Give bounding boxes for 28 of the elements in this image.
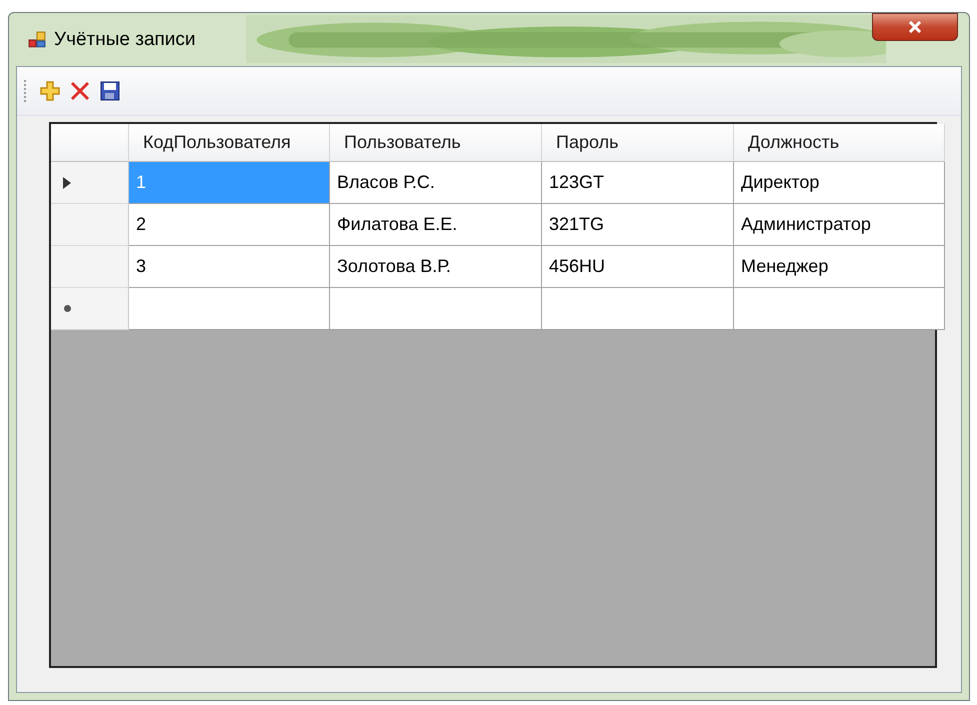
app-icon — [28, 30, 46, 48]
close-button[interactable] — [872, 13, 958, 41]
close-icon — [908, 21, 922, 33]
table-cell[interactable]: 321TG — [542, 204, 734, 246]
row-header[interactable] — [51, 288, 129, 330]
current-row-icon — [63, 176, 71, 188]
table-cell[interactable]: Золотова В.Р. — [330, 246, 542, 288]
row-header[interactable] — [51, 204, 129, 246]
new-row-icon — [63, 304, 72, 313]
table-cell[interactable]: Администратор — [734, 204, 945, 246]
table-cell[interactable]: 2 — [129, 204, 330, 246]
table-cell[interactable]: Власов Р.С. — [330, 162, 542, 204]
table-cell[interactable]: Менеджер — [734, 246, 945, 288]
window-title: Учётные записи — [54, 28, 196, 50]
table-cell[interactable]: Филатова Е.Е. — [330, 204, 542, 246]
cross-icon — [69, 80, 91, 102]
column-header[interactable]: КодПользователя — [129, 124, 330, 162]
table-cell[interactable]: 456HU — [542, 246, 734, 288]
row-header[interactable] — [51, 162, 129, 204]
grip-icon — [23, 79, 27, 103]
column-header[interactable]: Пароль — [542, 124, 734, 162]
table-cell[interactable]: 3 — [129, 246, 330, 288]
column-header[interactable]: Пользователь — [330, 124, 542, 162]
table-cell[interactable]: Директор — [734, 162, 945, 204]
table-cell[interactable]: 123GT — [542, 162, 734, 204]
plus-icon — [39, 80, 61, 102]
row-header[interactable] — [51, 246, 129, 288]
column-header[interactable]: Должность — [734, 124, 945, 162]
